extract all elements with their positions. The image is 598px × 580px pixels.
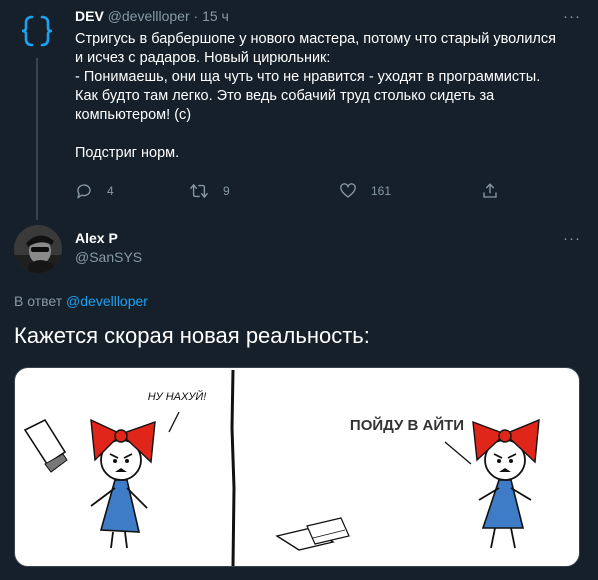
tweet-header: DEV @devellloper · 15 ч	[75, 8, 229, 24]
tweet-line: Как будто там легко. Это ведь собачий тр…	[75, 88, 495, 104]
reply-context: В ответ @devellloper	[14, 293, 148, 309]
retweet-icon	[189, 183, 209, 199]
more-icon[interactable]: ···	[563, 8, 581, 25]
reply-icon	[77, 184, 91, 199]
curly-braces-icon	[21, 15, 53, 47]
reply-to-prefix: В ответ	[14, 293, 63, 309]
right-speech: ПОЙДУ В АЙТИ	[350, 416, 464, 434]
thread-line	[36, 58, 38, 220]
tweet-line: Подстриг норм.	[75, 145, 180, 161]
share-button[interactable]	[481, 182, 513, 200]
retweet-count: 9	[223, 184, 230, 198]
more-icon[interactable]: ···	[563, 230, 581, 247]
tweet-line: и исчез с радаров. Новый цирюльник:	[75, 50, 331, 66]
like-button[interactable]: 161	[339, 182, 391, 200]
share-icon	[483, 183, 497, 198]
tweet-line: компьютером! (с)	[75, 107, 192, 123]
author-name[interactable]: Alex P	[75, 230, 118, 246]
reply-button[interactable]: 4	[75, 182, 114, 200]
timestamp[interactable]: 15 ч	[202, 8, 229, 24]
reply-to-handle[interactable]: @devellloper	[66, 293, 148, 309]
retweet-button[interactable]: 9	[189, 182, 230, 200]
tweet-actions: 4 9 161	[75, 182, 505, 202]
author-handle[interactable]: @devellloper	[108, 8, 190, 24]
heart-icon	[340, 183, 356, 198]
comic-drawing: НУ НАХУЙ! ПОЙДУ В АЙТИ	[23, 369, 540, 566]
author-handle[interactable]: @SanSYS	[75, 249, 142, 265]
tweet-text: Кажется скорая новая реальность:	[14, 323, 370, 348]
left-speech: НУ НАХУЙ!	[148, 390, 207, 403]
tweet-line: Стригусь в барбершопе у нового мастера, …	[75, 31, 556, 47]
tweet-text: Стригусь в барбершопе у нового мастера, …	[75, 30, 580, 163]
author-name[interactable]: DEV	[75, 8, 104, 24]
avatar[interactable]	[14, 225, 62, 273]
avatar[interactable]	[14, 8, 60, 54]
like-count: 161	[371, 184, 392, 198]
tweet-line	[75, 125, 580, 144]
tweet-line: - Понимаешь, они ща чуть что не нравится…	[75, 69, 541, 85]
reply-count: 4	[107, 184, 114, 198]
avatar-photo	[14, 225, 62, 273]
separator: ·	[193, 8, 199, 24]
tweet-image[interactable]: НУ НАХУЙ! ПОЙДУ В АЙТИ	[14, 367, 580, 567]
